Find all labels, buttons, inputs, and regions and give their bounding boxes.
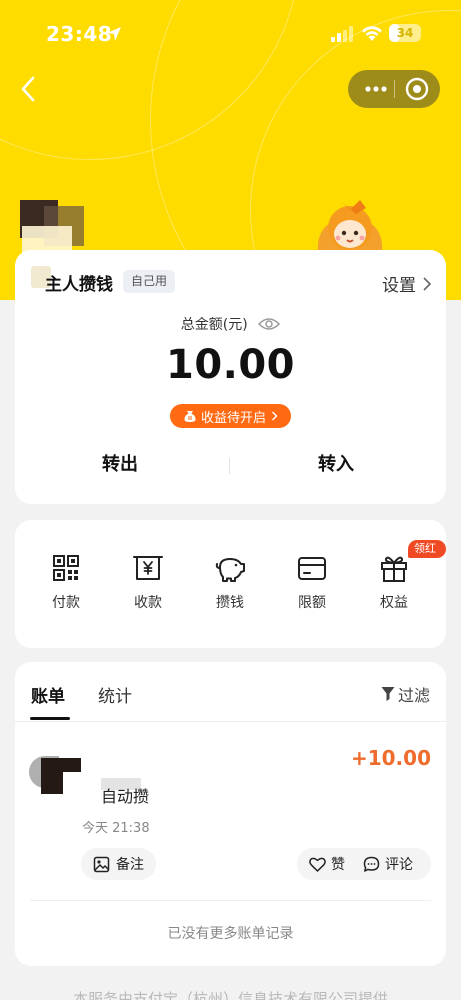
bill-avatar xyxy=(29,756,83,800)
tool-label: 攒钱 xyxy=(216,595,244,611)
chevron-right-icon xyxy=(423,276,432,291)
status-time: 23:48 xyxy=(46,22,113,46)
heart-icon xyxy=(309,857,326,872)
social-actions: 赞 评论 xyxy=(297,848,431,880)
filter-button[interactable]: 过滤 xyxy=(381,682,430,706)
total-amount-label: 总金额(元) xyxy=(15,314,446,334)
battery-icon: 34 xyxy=(389,24,421,42)
bill-amount: +10.00 xyxy=(350,746,431,770)
jar-name: 主人攒钱 xyxy=(45,275,113,295)
yuan-receipt-icon xyxy=(133,556,163,580)
total-amount: 10.00 xyxy=(165,342,296,388)
comment-label: 评论 xyxy=(385,857,413,873)
total-label-text: 总金额(元) xyxy=(180,317,248,333)
mascot-illustration xyxy=(317,200,383,254)
filter-label: 过滤 xyxy=(397,686,430,705)
settings-link[interactable]: 设置 xyxy=(382,271,432,296)
tool-limit[interactable]: 限额 xyxy=(277,552,347,612)
tool-label: 权益 xyxy=(380,595,408,611)
battery-percent: 34 xyxy=(396,26,414,40)
money-bag-icon xyxy=(184,411,196,422)
wifi-icon xyxy=(362,26,382,41)
image-icon xyxy=(93,856,110,872)
piggy-bank-icon xyxy=(215,558,245,582)
comment-button[interactable]: 评论 xyxy=(363,854,413,874)
comment-icon xyxy=(363,856,380,872)
note-label: 备注 xyxy=(116,857,144,873)
action-divider xyxy=(229,458,230,474)
mini-program-capsule xyxy=(348,70,440,108)
location-arrow-icon xyxy=(107,27,121,41)
no-more-records: 已没有更多账单记录 xyxy=(167,926,294,942)
like-button[interactable]: 赞 xyxy=(309,854,345,874)
gift-icon xyxy=(381,556,407,582)
note-button[interactable]: 备注 xyxy=(81,848,156,880)
tool-save[interactable]: 攒钱 xyxy=(195,552,265,612)
like-label: 赞 xyxy=(331,857,345,873)
savings-jar-card: 主人攒钱 自己用 设置 总金额(元) 10.00 收益待开启 转出 转入 xyxy=(15,250,446,504)
bills-card: 账单 统计 过滤 自动攒 今天 21:38 +10.00 备注 赞 评论 已没有… xyxy=(15,662,446,966)
qrcode-icon xyxy=(53,555,79,581)
jar-tag: 自己用 xyxy=(123,270,176,293)
bill-divider xyxy=(30,900,431,901)
chevron-right-icon xyxy=(272,411,278,421)
back-button[interactable] xyxy=(14,72,44,106)
transfer-out-button[interactable]: 转出 xyxy=(102,450,138,476)
transfer-in-button[interactable]: 转入 xyxy=(318,450,354,476)
tab-bills[interactable]: 账单 xyxy=(31,682,65,707)
capsule-divider xyxy=(394,80,395,98)
status-bar: 23:48 34 xyxy=(0,0,461,66)
earnings-button[interactable]: 收益待开启 xyxy=(170,404,291,428)
tab-statistics[interactable]: 统计 xyxy=(98,682,132,707)
close-target-icon[interactable] xyxy=(400,72,434,106)
signal-icon xyxy=(331,26,353,42)
earnings-label: 收益待开启 xyxy=(200,410,266,426)
settings-label: 设置 xyxy=(382,276,416,296)
tool-pay[interactable]: 付款 xyxy=(31,552,101,612)
more-dots-icon[interactable] xyxy=(358,72,394,106)
tabs-divider xyxy=(15,721,446,722)
service-provider-note: 本服务由支付宝（杭州）信息技术有限公司提供 xyxy=(72,990,388,1000)
bill-time: 今天 21:38 xyxy=(82,821,150,836)
tool-label: 限额 xyxy=(298,595,326,611)
bill-title: 自动攒 xyxy=(101,787,150,806)
card-icon xyxy=(298,557,326,580)
tool-label: 收款 xyxy=(134,595,162,611)
tools-card: 付款 收款 攒钱 限额 权益 领红包 xyxy=(15,520,446,648)
eye-icon[interactable] xyxy=(258,317,281,331)
tool-receive[interactable]: 收款 xyxy=(113,552,183,612)
user-avatar xyxy=(18,200,88,256)
tool-label: 付款 xyxy=(52,595,80,611)
filter-icon xyxy=(381,687,395,701)
red-packet-badge[interactable]: 领红包 xyxy=(408,540,446,573)
active-tab-indicator xyxy=(30,717,70,720)
